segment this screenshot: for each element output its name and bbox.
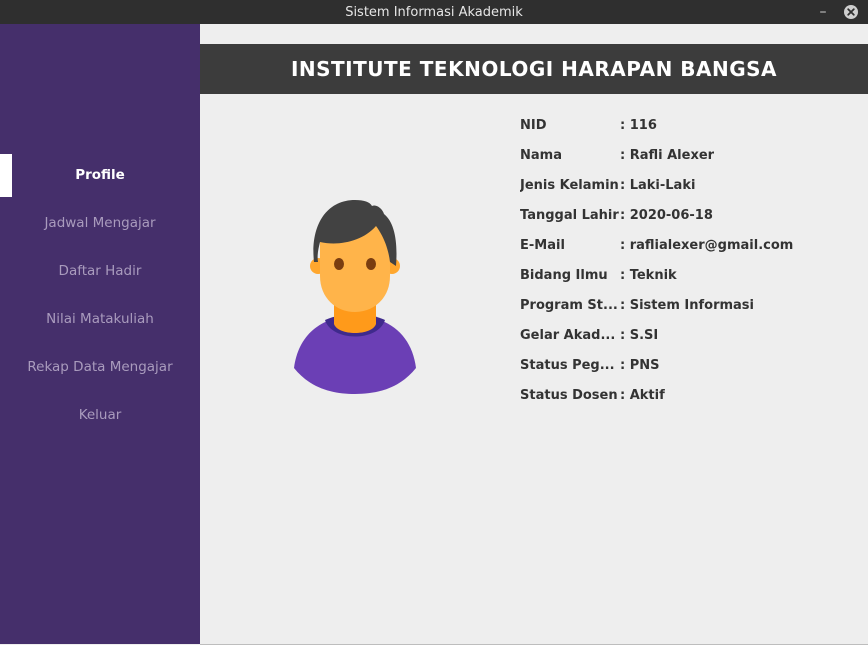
field-value-bidang-ilmu: : Teknik [620, 267, 677, 283]
sidebar-item-nilai-matakuliah[interactable]: Nilai Matakuliah [0, 297, 200, 341]
field-value-jenis-kelamin: : Laki-Laki [620, 177, 696, 193]
field-value-status-dosen: : Aktif [620, 387, 665, 403]
sidebar-item-jadwal-mengajar[interactable]: Jadwal Mengajar [0, 201, 200, 245]
field-value-status-pegawai: : PNS [620, 357, 660, 373]
field-label-nama: Nama [520, 147, 562, 163]
sidebar: Profile Jadwal Mengajar Daftar Hadir Nil… [0, 24, 200, 644]
field-value-tanggal-lahir: : 2020-06-18 [620, 207, 713, 223]
field-label-status-pegawai: Status Peg... [520, 357, 615, 373]
window-title: Sistem Informasi Akademik [345, 4, 523, 20]
field-label-email: E-Mail [520, 237, 565, 253]
minimize-button[interactable]: – [814, 3, 832, 21]
user-avatar-icon [292, 196, 418, 396]
sidebar-item-daftar-hadir[interactable]: Daftar Hadir [0, 249, 200, 293]
page-title: INSTITUTE TEKNOLOGI HARAPAN BANGSA [290, 57, 778, 81]
field-row-nama: Nama : Rafli Alexer [520, 140, 714, 170]
field-row-gelar-akademik: Gelar Akad... : S.SI [520, 320, 658, 350]
field-row-bidang-ilmu: Bidang Ilmu : Teknik [520, 260, 677, 290]
field-value-email: : raflialexer@gmail.com [620, 237, 794, 253]
sidebar-item-keluar[interactable]: Keluar [0, 393, 200, 437]
field-label-bidang-ilmu: Bidang Ilmu [520, 267, 608, 283]
field-row-status-pegawai: Status Peg... : PNS [520, 350, 660, 380]
field-row-status-dosen: Status Dosen : Aktif [520, 380, 665, 410]
field-label-gelar-akademik: Gelar Akad... [520, 327, 616, 343]
field-row-nid: NID : 116 [520, 110, 657, 140]
field-value-gelar-akademik: : S.SI [620, 327, 659, 343]
field-label-nid: NID [520, 117, 547, 133]
field-row-tanggal-lahir: Tanggal Lahir : 2020-06-18 [520, 200, 713, 230]
sidebar-item-profile[interactable]: Profile [0, 153, 200, 197]
field-row-program-studi: Program St... : Sistem Informasi [520, 290, 754, 320]
field-value-nama: : Rafli Alexer [620, 147, 715, 163]
field-label-tanggal-lahir: Tanggal Lahir [520, 207, 619, 223]
field-label-program-studi: Program St... [520, 297, 618, 313]
window-titlebar: Sistem Informasi Akademik – [0, 0, 868, 24]
close-icon [844, 5, 858, 19]
field-label-status-dosen: Status Dosen [520, 387, 618, 403]
field-value-program-studi: : Sistem Informasi [620, 297, 754, 313]
sidebar-item-rekap-data-mengajar[interactable]: Rekap Data Mengajar [0, 345, 200, 389]
field-row-jenis-kelamin: Jenis Kelamin : Laki-Laki [520, 170, 695, 200]
close-button[interactable] [842, 3, 860, 21]
field-row-email: E-Mail : raflialexer@gmail.com [520, 230, 793, 260]
field-value-nid: : 116 [620, 117, 657, 133]
field-label-jenis-kelamin: Jenis Kelamin [520, 177, 619, 193]
window-controls: – [814, 3, 860, 21]
page-header: INSTITUTE TEKNOLOGI HARAPAN BANGSA [200, 44, 868, 94]
